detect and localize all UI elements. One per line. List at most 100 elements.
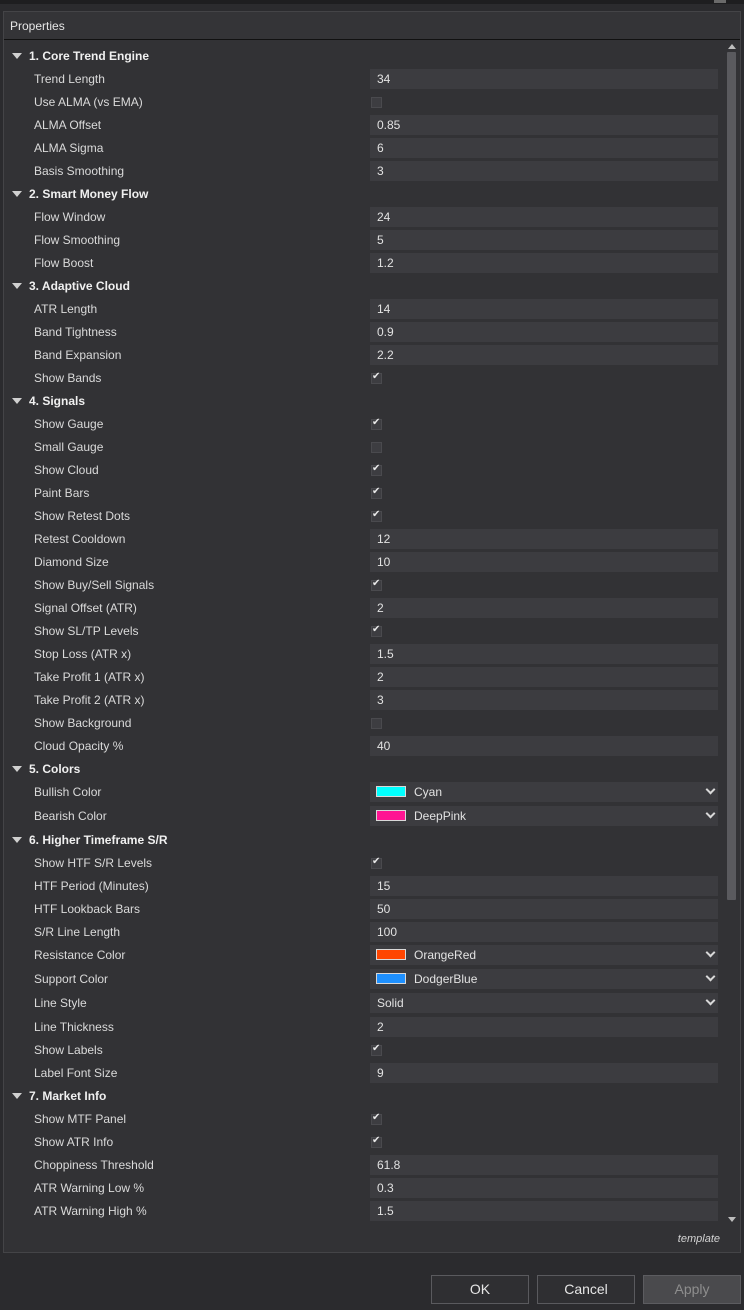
scroll-thumb[interactable] bbox=[727, 52, 736, 900]
value-input[interactable]: 2 bbox=[370, 1017, 718, 1037]
vertical-scrollbar[interactable] bbox=[725, 40, 739, 1228]
expand-arrow-icon[interactable] bbox=[12, 283, 22, 289]
category-7-market-info[interactable]: 7. Market Info bbox=[4, 1085, 724, 1108]
color-dropdown[interactable]: DodgerBlue bbox=[370, 969, 718, 989]
chevron-down-icon[interactable] bbox=[705, 947, 716, 958]
checkbox[interactable]: ✔ bbox=[371, 371, 382, 384]
value-input[interactable]: 15 bbox=[370, 876, 718, 896]
checkbox[interactable]: ✔ bbox=[371, 1135, 382, 1148]
property-row-choppiness-threshold: Choppiness Threshold 61.8 bbox=[4, 1154, 724, 1177]
value-input[interactable]: 34 bbox=[370, 69, 718, 89]
checkbox[interactable]: ✔ bbox=[371, 486, 382, 499]
category-data-series[interactable]: Data Series bbox=[4, 1223, 724, 1227]
value-input[interactable]: 61.8 bbox=[370, 1155, 718, 1175]
expand-arrow-icon[interactable] bbox=[12, 398, 22, 404]
value-input[interactable]: 10 bbox=[370, 552, 718, 572]
value-input[interactable]: 1.2 bbox=[370, 253, 718, 273]
color-dropdown[interactable]: OrangeRed bbox=[370, 945, 718, 965]
color-dropdown[interactable]: Cyan bbox=[370, 782, 718, 802]
value-input[interactable]: 24 bbox=[370, 207, 718, 227]
value-input[interactable]: 2.2 bbox=[370, 345, 718, 365]
select-dropdown[interactable]: Solid bbox=[370, 993, 718, 1013]
chevron-down-icon[interactable] bbox=[705, 995, 716, 1006]
property-label: Take Profit 2 (ATR x) bbox=[34, 693, 145, 707]
property-row-show-labels: Show Labels ✔ bbox=[4, 1039, 724, 1062]
checkmark-icon: ✔ bbox=[372, 486, 381, 497]
scroll-up-arrow-icon[interactable] bbox=[728, 44, 736, 49]
category-5-colors[interactable]: 5. Colors bbox=[4, 758, 724, 781]
property-label: Show Buy/Sell Signals bbox=[34, 578, 155, 592]
checkbox[interactable]: ✔ bbox=[371, 509, 382, 522]
value-input[interactable]: 9 bbox=[370, 1063, 718, 1083]
value-input[interactable]: 14 bbox=[370, 299, 718, 319]
property-row-support-color: Support Color DodgerBlue bbox=[4, 968, 724, 992]
expand-arrow-icon[interactable] bbox=[12, 837, 22, 843]
value-input[interactable]: 3 bbox=[370, 690, 718, 710]
chevron-down-icon[interactable] bbox=[705, 808, 716, 819]
property-row-label-font-size: Label Font Size 9 bbox=[4, 1062, 724, 1085]
checkmark-icon: ✔ bbox=[372, 624, 381, 635]
property-row-cloud-opacity: Cloud Opacity % 40 bbox=[4, 735, 724, 758]
value-input[interactable]: 40 bbox=[370, 736, 718, 756]
value-input[interactable]: 0.9 bbox=[370, 322, 718, 342]
checkbox[interactable]: ✔ bbox=[371, 578, 382, 591]
value-input[interactable]: 0.85 bbox=[370, 115, 718, 135]
category-label: 3. Adaptive Cloud bbox=[29, 279, 130, 293]
checkbox[interactable]: ✔ bbox=[371, 463, 382, 476]
checkbox[interactable] bbox=[371, 97, 382, 108]
expand-arrow-icon[interactable] bbox=[12, 53, 22, 59]
input-value: 61.8 bbox=[377, 1158, 401, 1172]
cancel-button[interactable]: Cancel bbox=[537, 1275, 635, 1304]
checkbox[interactable]: ✔ bbox=[371, 856, 382, 869]
property-label: Line Style bbox=[34, 996, 87, 1010]
value-input[interactable]: 50 bbox=[370, 899, 718, 919]
input-value: 9 bbox=[377, 1066, 384, 1080]
chevron-down-icon[interactable] bbox=[705, 971, 716, 982]
value-input[interactable]: 1.5 bbox=[370, 1201, 718, 1221]
property-label: Stop Loss (ATR x) bbox=[34, 647, 132, 661]
value-input[interactable]: 1.5 bbox=[370, 644, 718, 664]
checkbox[interactable]: ✔ bbox=[371, 624, 382, 637]
property-row-show-htf-s-r-levels: Show HTF S/R Levels ✔ bbox=[4, 852, 724, 875]
category-6-higher-timeframe-s-r[interactable]: 6. Higher Timeframe S/R bbox=[4, 829, 724, 852]
scroll-down-arrow-icon[interactable] bbox=[728, 1217, 736, 1222]
value-input[interactable]: 5 bbox=[370, 230, 718, 250]
value-input[interactable]: 6 bbox=[370, 138, 718, 158]
value-input[interactable]: 12 bbox=[370, 529, 718, 549]
category-1-core-trend-engine[interactable]: 1. Core Trend Engine bbox=[4, 45, 724, 68]
checkbox[interactable]: ✔ bbox=[371, 1043, 382, 1056]
property-row-show-atr-info: Show ATR Info ✔ bbox=[4, 1131, 724, 1154]
apply-button[interactable]: Apply bbox=[643, 1275, 741, 1304]
value-input[interactable]: 2 bbox=[370, 667, 718, 687]
property-row-flow-window: Flow Window 24 bbox=[4, 206, 724, 229]
color-dropdown[interactable]: DeepPink bbox=[370, 806, 718, 826]
property-label: Paint Bars bbox=[34, 486, 90, 500]
template-link[interactable]: template bbox=[678, 1233, 720, 1245]
panel-title: Properties bbox=[10, 19, 65, 33]
input-value: 6 bbox=[377, 141, 384, 155]
checkbox[interactable]: ✔ bbox=[371, 1112, 382, 1125]
select-value: Solid bbox=[377, 996, 404, 1010]
category-3-adaptive-cloud[interactable]: 3. Adaptive Cloud bbox=[4, 275, 724, 298]
expand-arrow-icon[interactable] bbox=[12, 766, 22, 772]
category-2-smart-money-flow[interactable]: 2. Smart Money Flow bbox=[4, 183, 724, 206]
category-4-signals[interactable]: 4. Signals bbox=[4, 390, 724, 413]
expand-arrow-icon[interactable] bbox=[12, 1093, 22, 1099]
checkbox[interactable]: ✔ bbox=[371, 417, 382, 430]
checkbox[interactable] bbox=[371, 718, 382, 729]
value-input[interactable]: 0.3 bbox=[370, 1178, 718, 1198]
value-input[interactable]: 100 bbox=[370, 922, 718, 942]
property-label: Diamond Size bbox=[34, 555, 109, 569]
checkbox[interactable] bbox=[371, 442, 382, 453]
property-row-band-tightness: Band Tightness 0.9 bbox=[4, 321, 724, 344]
input-value: 3 bbox=[377, 164, 384, 178]
input-value: 40 bbox=[377, 739, 391, 753]
property-row-diamond-size: Diamond Size 10 bbox=[4, 551, 724, 574]
window-control[interactable] bbox=[714, 0, 726, 3]
expand-arrow-icon[interactable] bbox=[12, 191, 22, 197]
value-input[interactable]: 3 bbox=[370, 161, 718, 181]
ok-button[interactable]: OK bbox=[431, 1275, 529, 1304]
value-input[interactable]: 2 bbox=[370, 598, 718, 618]
chevron-down-icon[interactable] bbox=[705, 784, 716, 795]
input-value: 0.9 bbox=[377, 325, 394, 339]
